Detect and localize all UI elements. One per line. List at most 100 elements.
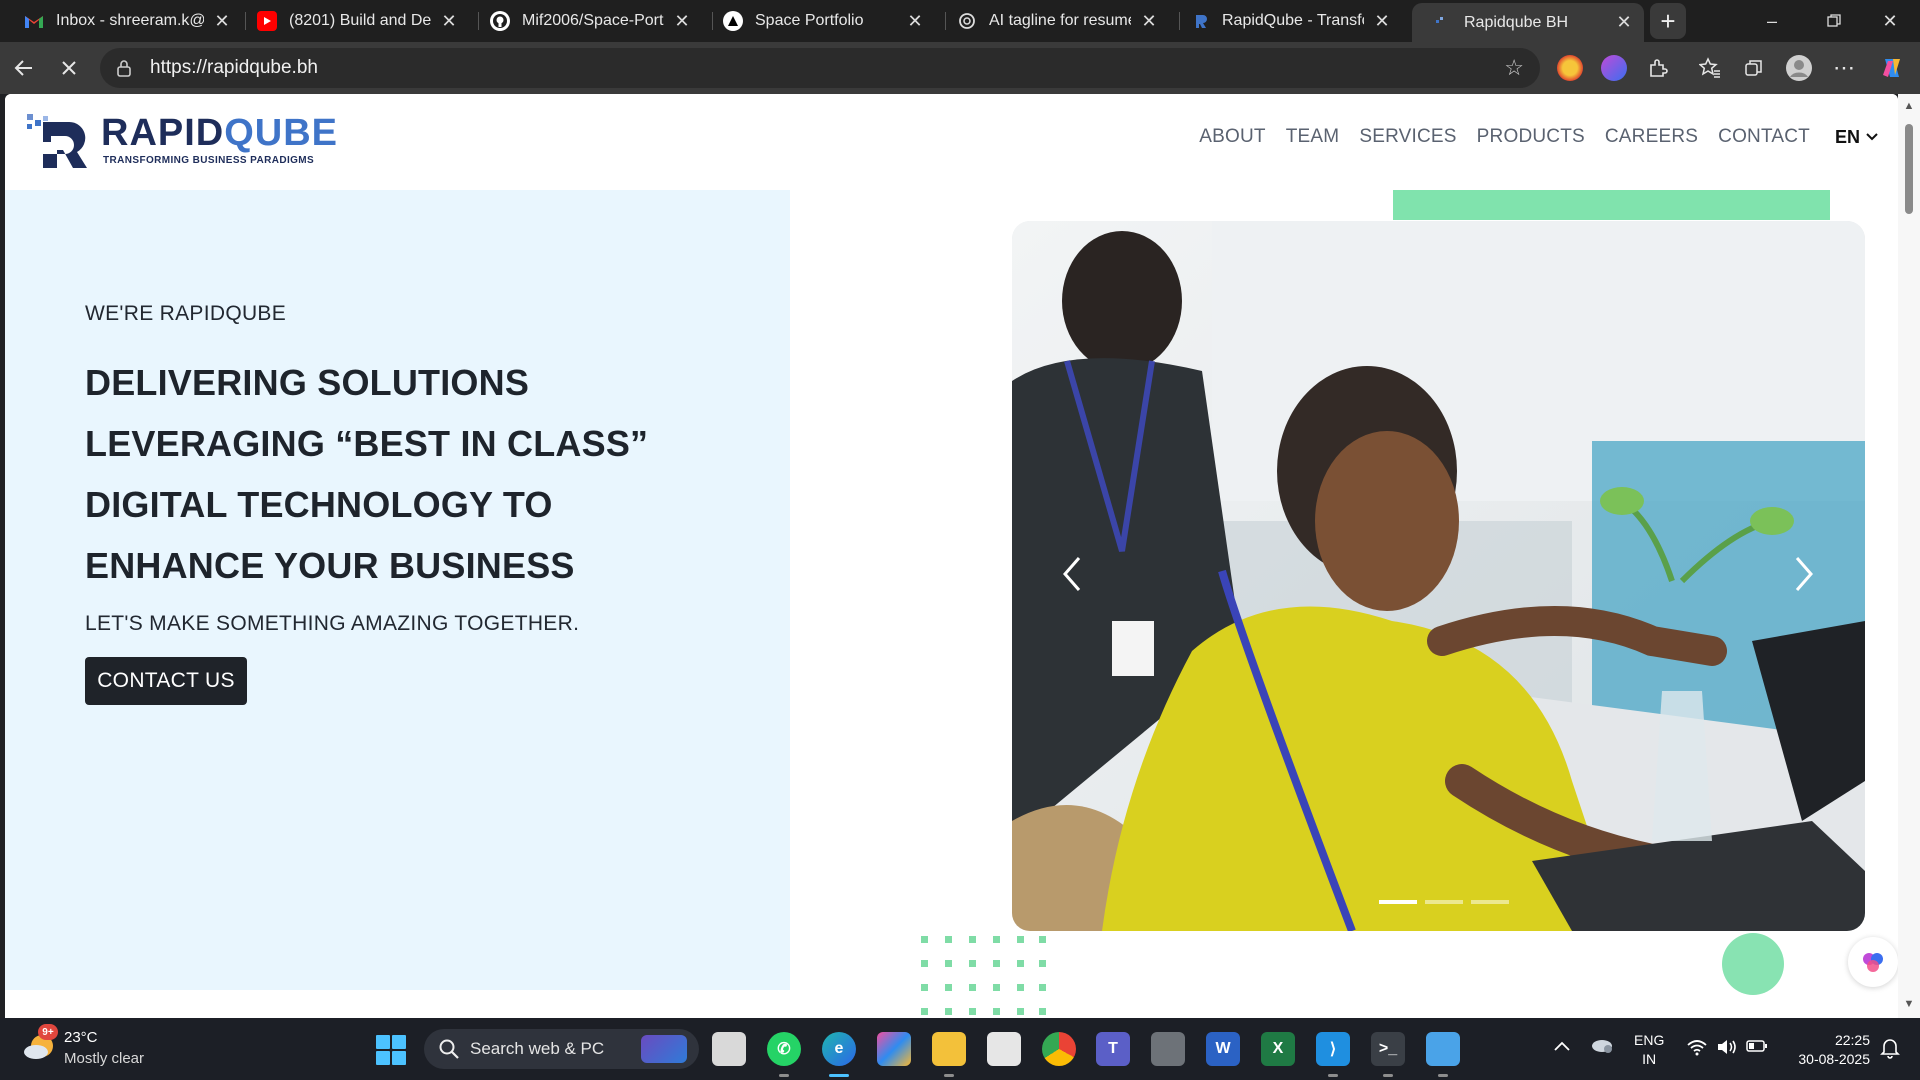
favorite-star-icon[interactable]: ☆ (1504, 55, 1524, 81)
weather-condition[interactable]: Mostly clear (64, 1050, 144, 1067)
restore-icon[interactable] (1812, 6, 1856, 36)
scroll-down-icon[interactable]: ▼ (1903, 998, 1915, 1010)
tab-gmail-inbox[interactable]: Inbox - shreeram.k@sar ✕ (4, 3, 242, 39)
url-text[interactable]: https://rapidqube.bh (150, 57, 318, 79)
contact-us-button[interactable]: CONTACT US (85, 657, 247, 705)
extension-icon[interactable] (1557, 55, 1583, 81)
nav-services[interactable]: SERVICES (1359, 126, 1456, 148)
carousel-indicator-1[interactable] (1379, 900, 1417, 904)
floating-assistant-icon[interactable] (1848, 937, 1898, 987)
chevron-down-icon (1866, 130, 1878, 144)
favorites-icon[interactable] (1694, 52, 1726, 84)
weather-notification-badge: 9+ (38, 1024, 58, 1040)
task-view-icon[interactable] (712, 1032, 746, 1066)
nav-products[interactable]: PRODUCTS (1477, 126, 1585, 148)
tab-rapidqube-transform[interactable]: RapidQube - Transform ✕ (1170, 3, 1402, 39)
hero-title-line: LEVERAGING “BEST IN CLASS” (85, 423, 649, 464)
chrome-icon[interactable] (1042, 1032, 1076, 1066)
input-language-indicator[interactable]: ENG IN (1634, 1031, 1664, 1069)
decorative-dot-grid (921, 936, 1046, 1015)
hero-photo-office (1012, 221, 1865, 931)
close-window-icon[interactable]: ✕ (1868, 6, 1912, 36)
scroll-up-icon[interactable]: ▲ (1903, 100, 1915, 112)
minimize-icon[interactable]: – (1750, 6, 1794, 36)
close-tab-icon[interactable]: ✕ (212, 11, 232, 32)
wifi-icon[interactable] (1686, 1038, 1708, 1059)
tab-rapidqube-bh-active[interactable]: Rapidqube BH ✕ (1412, 3, 1644, 42)
running-indicator (779, 1074, 789, 1077)
rapidqube-icon (1190, 11, 1210, 31)
search-highlight-image (641, 1035, 687, 1063)
microsoft-store-icon[interactable] (987, 1032, 1021, 1066)
profile-avatar[interactable] (1783, 52, 1815, 84)
tab-github[interactable]: Mif2006/Space-Portolio ✕ (470, 3, 702, 39)
terminal-icon[interactable]: >_ (1371, 1032, 1405, 1066)
close-tab-icon[interactable]: ✕ (439, 11, 459, 32)
taskbar-search[interactable]: Search web & PC (424, 1029, 699, 1069)
stop-loading-icon[interactable] (53, 52, 85, 84)
notepad-icon[interactable] (1426, 1032, 1460, 1066)
scroll-thumb[interactable] (1905, 124, 1913, 214)
windows-start-icon[interactable] (376, 1035, 406, 1065)
site-header: RAPIDQUBE TRANSFORMING BUSINESS PARADIGM… (5, 94, 1898, 190)
edge-browser-icon[interactable]: e (822, 1032, 856, 1066)
onedrive-icon[interactable] (1590, 1036, 1614, 1057)
logo-tagline: TRANSFORMING BUSINESS PARADIGMS (103, 155, 315, 166)
show-hidden-icons-chevron-icon[interactable] (1554, 1038, 1570, 1054)
copilot-app-icon[interactable] (877, 1032, 911, 1066)
notification-bell-icon[interactable] (1880, 1037, 1900, 1062)
running-indicator (1328, 1074, 1338, 1077)
new-tab-button[interactable]: + (1650, 3, 1686, 39)
more-options-icon[interactable]: ⋯ (1828, 52, 1860, 84)
carousel-indicator-2[interactable] (1425, 900, 1463, 904)
site-info-icon[interactable] (114, 58, 134, 78)
back-icon[interactable] (8, 52, 40, 84)
nav-contact[interactable]: CONTACT (1718, 126, 1810, 148)
close-tab-icon[interactable]: ✕ (1614, 12, 1634, 33)
close-tab-icon[interactable]: ✕ (672, 11, 692, 32)
copilot-icon[interactable] (1876, 52, 1908, 84)
tab-ai-tagline[interactable]: AI tagline for resume ✕ (937, 3, 1169, 39)
nav-careers[interactable]: CAREERS (1605, 126, 1698, 148)
close-tab-icon[interactable]: ✕ (905, 11, 925, 32)
extensions-puzzle-icon[interactable] (1642, 52, 1674, 84)
active-indicator (829, 1074, 849, 1077)
carousel-prev-arrow[interactable] (1052, 549, 1092, 599)
file-explorer-icon[interactable] (932, 1032, 966, 1066)
carousel-next-arrow[interactable] (1784, 549, 1824, 599)
close-tab-icon[interactable]: ✕ (1139, 11, 1159, 32)
running-indicator (1438, 1074, 1448, 1077)
hero-title: DELIVERING SOLUTIONS LEVERAGING “BEST IN… (85, 352, 765, 596)
teams-icon[interactable]: T (1096, 1032, 1130, 1066)
nav-team[interactable]: TEAM (1286, 126, 1340, 148)
page-scrollbar[interactable]: ▲ ▼ (1898, 94, 1920, 1018)
brain-extension-icon[interactable] (1601, 55, 1627, 81)
language-selector[interactable]: EN (1835, 127, 1878, 148)
browser-toolbar: https://rapidqube.bh ☆ ⋯ (0, 42, 1920, 94)
github-icon (490, 11, 510, 31)
tab-youtube[interactable]: (8201) Build and Deploy ✕ (237, 3, 469, 39)
site-logo-wordmark[interactable]: RAPIDQUBE (101, 112, 338, 155)
carousel-indicators (1379, 900, 1517, 904)
system-clock[interactable]: 22:25 30-08-2025 (1780, 1031, 1870, 1069)
whatsapp-icon[interactable]: ✆ (767, 1032, 801, 1066)
decorative-green-bar (1393, 190, 1830, 220)
search-icon (439, 1039, 459, 1059)
vscode-icon[interactable]: ⟩ (1316, 1032, 1350, 1066)
excel-icon[interactable]: X (1261, 1032, 1295, 1066)
weather-temperature[interactable]: 23°C (64, 1029, 98, 1046)
rapidqube-logo-icon[interactable] (25, 112, 93, 170)
scroll-to-top-button[interactable] (1722, 933, 1784, 995)
battery-icon[interactable] (1746, 1039, 1768, 1056)
collections-icon[interactable] (1738, 52, 1770, 84)
calculator-icon[interactable] (1151, 1032, 1185, 1066)
volume-icon[interactable] (1716, 1038, 1738, 1059)
hero-title-line: DIGITAL TECHNOLOGY TO (85, 484, 553, 525)
carousel-indicator-3[interactable] (1471, 900, 1509, 904)
nav-about[interactable]: ABOUT (1199, 126, 1265, 148)
address-bar[interactable]: https://rapidqube.bh ☆ (100, 48, 1540, 88)
vercel-icon (723, 11, 743, 31)
tab-space-portfolio[interactable]: Space Portfolio ✕ (703, 3, 935, 39)
word-icon[interactable]: W (1206, 1032, 1240, 1066)
close-tab-icon[interactable]: ✕ (1372, 11, 1392, 32)
